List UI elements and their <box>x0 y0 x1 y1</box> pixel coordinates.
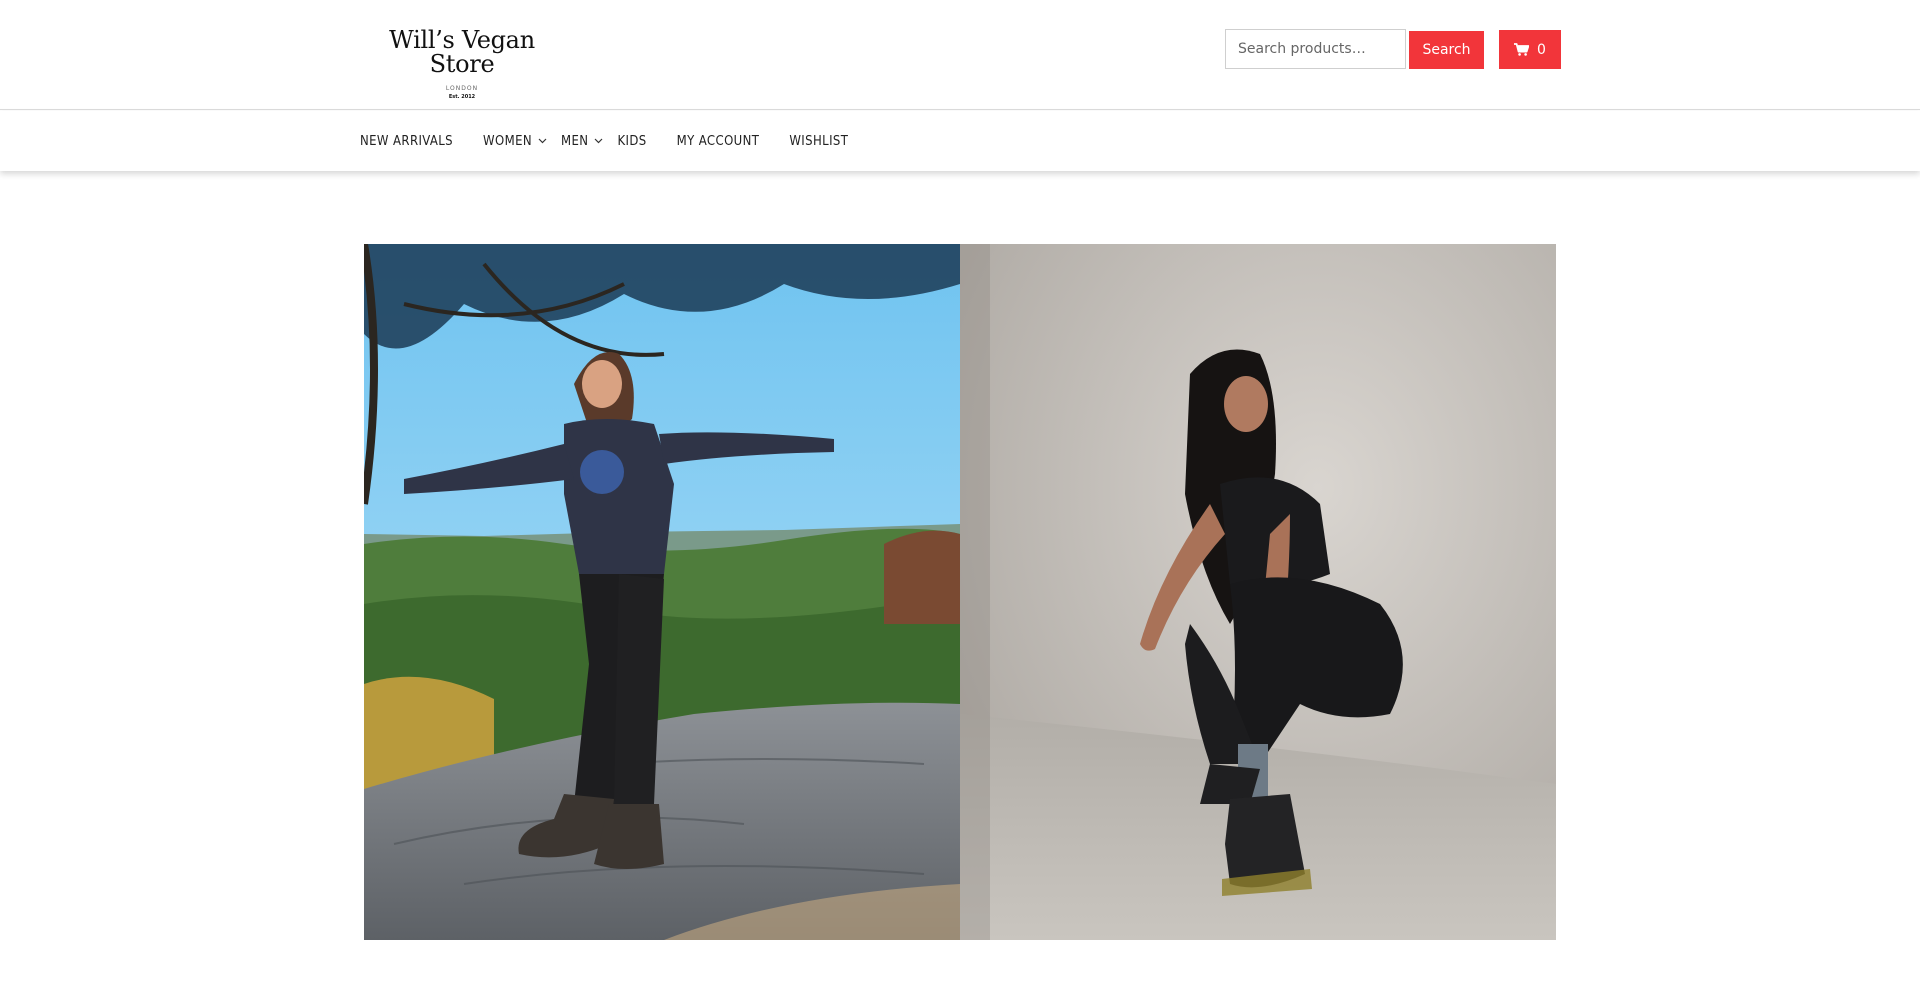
nav-item-label: KIDS <box>617 133 647 149</box>
logo-title: Will’s Vegan Store <box>389 26 535 78</box>
cart-icon <box>1514 43 1530 56</box>
nav-item-label: WISHLIST <box>789 133 849 149</box>
nav-item-label: MEN <box>561 133 589 149</box>
search-button[interactable]: Search <box>1409 31 1484 69</box>
nav-menu: NEW ARRIVALS WOMEN MEN KIDS MY ACCOUNT W… <box>360 111 878 171</box>
search-input[interactable] <box>1225 29 1406 69</box>
site-header: Will’s Vegan Store LONDON Est. 2012 Sear… <box>0 0 1920 110</box>
chevron-down-icon <box>594 138 603 144</box>
nav-item-my-account[interactable]: MY ACCOUNT <box>677 134 760 149</box>
nav-item-label: MY ACCOUNT <box>676 133 760 149</box>
nav-item-wishlist[interactable]: WISHLIST <box>789 134 848 149</box>
nav-item-label: NEW ARRIVALS <box>360 133 454 149</box>
chevron-down-icon <box>538 138 547 144</box>
logo-subtitle: LONDON <box>445 85 479 92</box>
nav-item-men[interactable]: MEN <box>561 134 607 149</box>
woman-crouching-lacing-boot-photo[interactable] <box>960 244 1556 940</box>
cart-count: 0 <box>1537 41 1546 58</box>
nav-item-label: WOMEN <box>483 133 533 149</box>
nav-item-new-arrivals[interactable]: NEW ARRIVALS <box>360 134 453 149</box>
woman-hiking-on-cliff-photo[interactable] <box>364 244 960 940</box>
hero-banner <box>364 244 1556 940</box>
cart-button[interactable]: 0 <box>1499 30 1561 69</box>
main-navigation: NEW ARRIVALS WOMEN MEN KIDS MY ACCOUNT W… <box>0 111 1920 171</box>
nav-item-women[interactable]: WOMEN <box>483 134 551 149</box>
store-logo[interactable]: Will’s Vegan Store LONDON Est. 2012 <box>364 28 560 100</box>
nav-item-kids[interactable]: KIDS <box>617 134 646 149</box>
logo-established: Est. 2012 <box>448 94 476 100</box>
